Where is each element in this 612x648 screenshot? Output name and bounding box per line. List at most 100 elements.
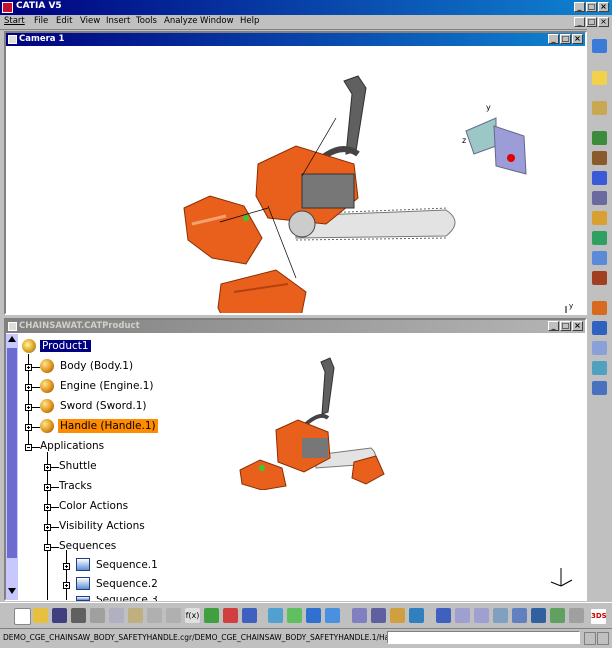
tree-sequences[interactable]: Sequences [59,540,116,552]
menu-help[interactable]: Help [240,16,259,26]
tree-part-engine[interactable]: Engine (Engine.1) [60,380,154,392]
menu-file[interactable]: File [34,16,48,26]
tree-sequence-3[interactable]: Sequence.3 [96,596,158,601]
new-file-icon[interactable] [14,608,31,625]
menu-analyze[interactable]: Analyze [164,16,198,26]
paste-icon[interactable] [128,608,143,623]
tree-root-product1[interactable]: Product1 [40,340,91,352]
camera-3d-viewport[interactable]: y z y x [6,46,585,313]
formula-icon[interactable]: f(x) [185,608,200,623]
product-minimize-button[interactable]: _ [548,321,559,331]
light-icon[interactable] [223,608,238,623]
cut-icon[interactable] [90,608,105,623]
product-maximize-button[interactable]: □ [560,321,571,331]
tree-part-sword[interactable]: Sword (Sword.1) [60,400,147,412]
menu-tools[interactable]: Tools [136,16,157,26]
collapse-applications-toggle[interactable] [25,444,32,451]
rotate-icon[interactable] [325,608,340,623]
view-mode-icon[interactable] [531,608,546,623]
player-play-icon[interactable] [436,608,451,623]
scroll-up-arrow[interactable] [8,336,16,342]
expand-engine-toggle[interactable] [25,384,32,391]
fit-all-icon[interactable] [287,608,302,623]
visibility-action-icon[interactable] [592,231,607,245]
menu-view[interactable]: View [80,16,100,26]
color-action-icon[interactable] [592,211,607,225]
select-arrow-icon[interactable] [592,71,607,85]
sequence-tool-icon[interactable] [592,191,607,205]
tree-part-handle[interactable]: Handle (Handle.1) [58,419,158,433]
collapse-sequences-toggle[interactable] [44,544,51,551]
copy-icon[interactable] [109,608,124,623]
close-button[interactable]: × [598,2,609,12]
menu-edit[interactable]: Edit [56,16,72,26]
expand-tracks-toggle[interactable] [44,484,51,491]
tree-scrollbar[interactable] [6,334,18,600]
doc-restore-button[interactable]: □ [586,17,597,27]
menu-start[interactable]: Start [4,16,25,26]
scroll-thumb[interactable] [7,348,17,558]
hide-show-icon[interactable] [569,608,584,623]
compass-reset-icon[interactable] [352,608,367,623]
expand-visibility-actions-toggle[interactable] [44,524,51,531]
section-icon[interactable] [592,341,607,355]
doc-minimize-button[interactable]: _ [574,17,585,27]
compass-widget[interactable]: y z [462,103,527,175]
undo-icon[interactable] [147,608,162,623]
help-icon[interactable] [242,608,257,623]
camera-icon[interactable] [592,101,607,115]
menu-window[interactable]: Window [200,16,234,26]
player-icon[interactable] [592,271,607,285]
camera-maximize-button[interactable]: □ [560,34,571,44]
open-file-icon[interactable] [33,608,48,623]
command-ok-icon[interactable] [597,632,609,645]
explode-icon[interactable] [409,608,424,623]
distance-icon[interactable] [592,321,607,335]
redo-icon[interactable] [166,608,181,623]
measure-icon[interactable] [592,361,607,375]
simulation-icon[interactable] [592,251,607,265]
menu-insert[interactable]: Insert [106,16,130,26]
tree-visibility-actions[interactable]: Visibility Actions [59,520,145,532]
print-icon[interactable] [71,608,86,623]
tree-tracks[interactable]: Tracks [59,480,92,492]
scene-icon[interactable] [592,131,607,145]
minimize-button[interactable]: _ [574,2,585,12]
clash-icon[interactable] [592,301,607,315]
step-icon[interactable] [371,608,386,623]
product-3d-viewport[interactable] [226,350,396,490]
normal-view-icon[interactable] [512,608,527,623]
tree-color-actions[interactable]: Color Actions [59,500,128,512]
rewind-icon[interactable] [455,608,470,623]
expand-body-toggle[interactable] [25,364,32,371]
shading-icon[interactable] [550,608,565,623]
tree-sequence-2[interactable]: Sequence.2 [96,578,158,590]
fly-mode-icon[interactable] [268,608,283,623]
expand-handle-toggle[interactable] [25,424,32,431]
pan-icon[interactable] [306,608,321,623]
tree-part-body[interactable]: Body (Body.1) [60,360,133,372]
forward-icon[interactable] [474,608,489,623]
zoom-icon[interactable] [493,608,508,623]
catalog-icon[interactable] [592,381,607,395]
expand-sequence-1-toggle[interactable] [63,563,70,570]
command-input[interactable] [387,631,580,644]
tree-applications[interactable]: Applications [40,440,104,452]
expand-shuttle-toggle[interactable] [44,464,51,471]
group-icon[interactable] [390,608,405,623]
doc-close-button[interactable]: × [598,17,609,27]
shuttle-icon[interactable] [592,151,607,165]
tree-sequence-1[interactable]: Sequence.1 [96,559,158,571]
scroll-down-arrow[interactable] [8,588,16,594]
expand-sword-toggle[interactable] [25,404,32,411]
table-icon[interactable] [204,608,219,623]
maximize-button[interactable]: □ [586,2,597,12]
track-icon[interactable] [592,171,607,185]
expand-sequence-2-toggle[interactable] [63,582,70,589]
save-icon[interactable] [52,608,67,623]
command-edit-icon[interactable] [584,632,596,645]
camera-close-button[interactable]: × [572,34,583,44]
expand-color-actions-toggle[interactable] [44,504,51,511]
camera-minimize-button[interactable]: _ [548,34,559,44]
chainsaw-exploded-model[interactable] [183,75,456,313]
